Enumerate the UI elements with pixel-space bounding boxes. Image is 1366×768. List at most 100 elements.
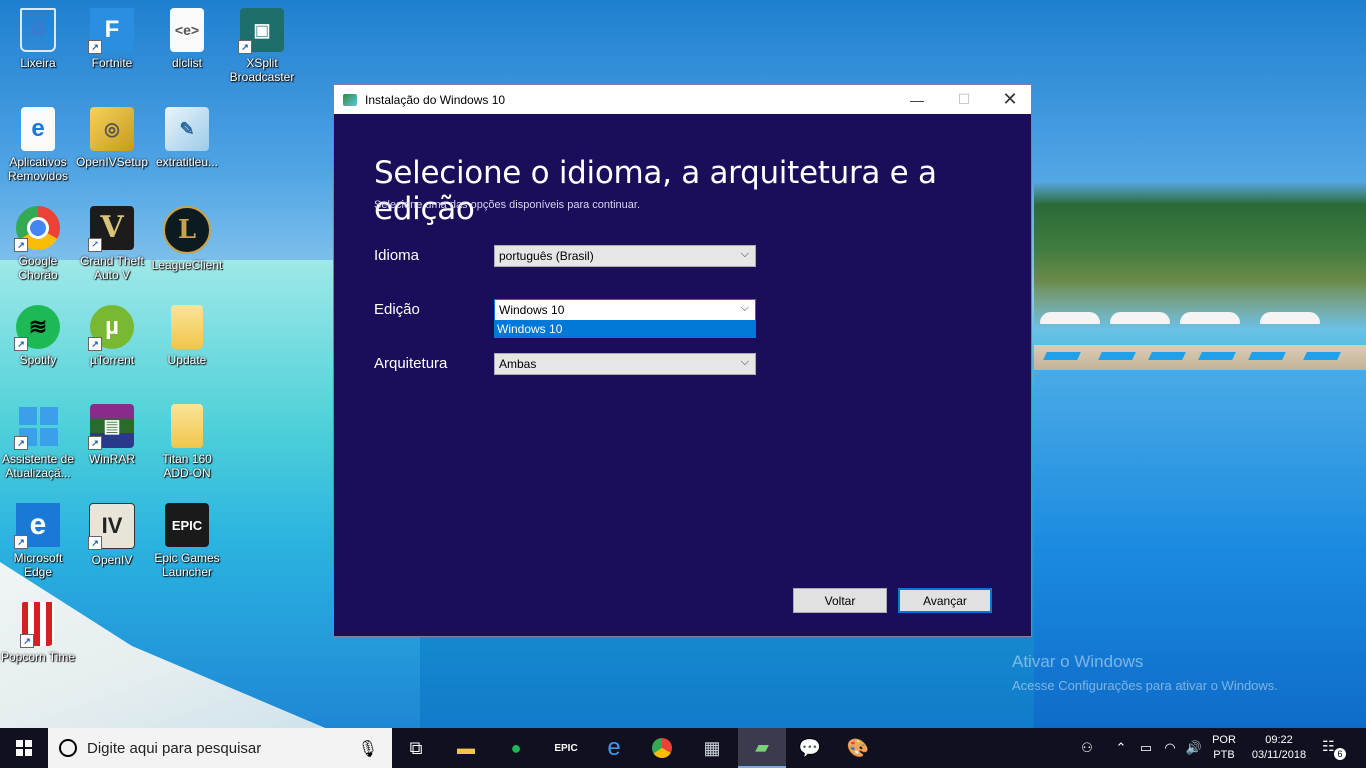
desktop-icon-popcorn-time[interactable]: ↗ Popcorn Time — [0, 602, 76, 664]
maximize-button: ☐ — [957, 91, 971, 107]
edge-taskbar-icon[interactable]: e — [590, 728, 638, 768]
edition-option-windows-10[interactable]: Windows 10 — [494, 321, 756, 338]
start-button[interactable] — [0, 728, 48, 768]
folder-icon — [171, 404, 203, 448]
desktop-icon-dlclist[interactable]: <e> dlclist — [149, 8, 225, 70]
wallpaper-chair — [1098, 352, 1136, 360]
desktop-icon-lixeira[interactable]: ♻ Lixeira — [0, 8, 76, 70]
chevron-down-icon: ⌵ — [740, 248, 749, 260]
architecture-value: Ambas — [499, 357, 537, 371]
desktop-icon-label: Update — [167, 353, 207, 367]
wifi-icon[interactable]: ◠ — [1160, 728, 1180, 768]
document-icon: <e> — [170, 8, 204, 52]
edition-select[interactable]: Windows 10 ⌵ — [494, 299, 756, 321]
popcorn-icon: ↗ — [20, 602, 54, 648]
activation-watermark: Ativar o Windows Acesse Configurações pa… — [1012, 652, 1278, 693]
battery-icon[interactable]: ▭ — [1136, 728, 1156, 768]
fortnite-icon: F ↗ — [88, 8, 134, 54]
chevron-down-icon: ⌵ — [740, 302, 749, 314]
app-taskbar-icon[interactable]: ▦ — [688, 728, 736, 768]
clock-date: 03/11/2018 — [1251, 749, 1307, 761]
gta-v-icon: V ↗ — [88, 206, 134, 252]
league-of-legends-icon: L — [163, 206, 211, 254]
spotify-taskbar-icon[interactable]: ● — [492, 728, 540, 768]
volume-icon[interactable]: 🔊 — [1184, 728, 1204, 768]
back-button[interactable]: Voltar — [793, 588, 887, 613]
language-code: POR — [1212, 734, 1236, 746]
desktop-icon-utorrent[interactable]: µ ↗ µTorrent — [74, 305, 150, 367]
desktop-icon-label: OpenIVSetup — [75, 155, 149, 169]
language-label: Idioma — [374, 247, 420, 264]
file-explorer-icon[interactable]: ▬ — [442, 728, 490, 768]
wallpaper-chair — [1303, 352, 1341, 360]
recycle-bin-icon: ♻ — [20, 8, 56, 52]
desktop-icon-winrar[interactable]: ▤ ↗ WinRAR — [74, 404, 150, 466]
feedback-taskbar-icon[interactable]: 💬 — [786, 728, 834, 768]
desktop-icon-label: Assistente de Atualizaçã... — [1, 452, 75, 480]
minimize-button[interactable]: — — [894, 85, 940, 114]
next-button[interactable]: Avançar — [898, 588, 992, 613]
desktop-icon-label: Fortnite — [91, 56, 133, 70]
wallpaper-umbrella — [1110, 312, 1170, 324]
windows-logo-icon — [16, 740, 32, 756]
desktop-icon-microsoft-edge[interactable]: e ↗ Microsoft Edge — [0, 503, 76, 579]
desktop-icon-label: Titan 160 ADD-ON — [162, 452, 212, 480]
paint-taskbar-icon[interactable]: 🎨 — [834, 728, 882, 768]
epic-games-taskbar-icon[interactable]: EPIC — [542, 728, 590, 768]
desktop-icon-aplicativos-removidos[interactable]: e Aplicativos Removidos — [0, 107, 76, 183]
desktop-icon-assistente-atualizacao[interactable]: ↗ Assistente de Atualizaçã... — [0, 404, 76, 480]
desktop-icon-label: Epic Games Launcher — [154, 551, 220, 579]
setup-app-icon — [343, 93, 357, 106]
wallpaper-chair — [1043, 352, 1081, 360]
utorrent-icon: µ ↗ — [88, 305, 134, 351]
desktop-icon-label: Google Chorão — [18, 254, 58, 282]
desktop-icon-label: Popcorn Time — [0, 650, 76, 664]
desktop-icon-label: dlclist — [171, 56, 202, 70]
windows-update-icon: ↗ — [14, 404, 60, 450]
desktop-icon-label: Microsoft Edge — [13, 551, 63, 579]
edition-label: Edição — [374, 301, 420, 318]
edge-icon: e ↗ — [14, 503, 60, 549]
dialog-titlebar[interactable]: Instalação do Windows 10 — ☐ ✕ — [334, 85, 1031, 114]
chevron-up-icon[interactable]: ⌃ — [1112, 728, 1130, 768]
desktop-icon-epic-games[interactable]: EPIC Epic Games Launcher — [149, 503, 225, 579]
desktop-icon-google-chorao[interactable]: ↗ Google Chorão — [0, 206, 76, 282]
task-view-icon[interactable]: ⧉ — [392, 728, 440, 768]
windows-setup-taskbar-icon[interactable]: ▰ — [738, 728, 786, 768]
language-value: português (Brasil) — [499, 249, 594, 263]
chrome-taskbar-icon[interactable] — [638, 728, 686, 768]
openiv-icon: IV ↗ — [88, 503, 135, 550]
desktop-icon-label: extratitleu... — [155, 155, 219, 169]
folder-icon — [171, 305, 203, 349]
wallpaper-umbrella — [1180, 312, 1240, 324]
desktop-icon-update[interactable]: Update — [149, 305, 225, 367]
taskbar: Digite aqui para pesquisar 🎙 ⧉ ▬ ● EPIC … — [0, 728, 1366, 768]
desktop-icon-leagueclient[interactable]: L LeagueClient — [149, 206, 225, 272]
clock[interactable]: 09:22 03/11/2018 — [1244, 733, 1314, 763]
desktop-icon-label: XSplit Broadcaster — [229, 56, 295, 84]
action-center-icon[interactable]: ☷ 6 — [1322, 738, 1346, 760]
architecture-select[interactable]: Ambas ⌵ — [494, 353, 756, 375]
input-language-indicator[interactable]: POR PTB — [1210, 733, 1238, 763]
desktop-icon-openiv[interactable]: IV ↗ OpenIV — [74, 503, 150, 567]
close-button[interactable]: ✕ — [987, 85, 1033, 114]
clock-time: 09:22 — [1265, 734, 1293, 746]
search-placeholder: Digite aqui para pesquisar — [87, 739, 262, 757]
desktop-icon-xsplit[interactable]: ▣ ↗ XSplit Broadcaster — [224, 8, 300, 84]
page-subtitle: Selecione uma das opções disponíveis par… — [374, 199, 641, 211]
people-icon[interactable]: ⚇ — [1076, 728, 1098, 768]
language-select[interactable]: português (Brasil) ⌵ — [494, 245, 756, 267]
wallpaper-chair — [1198, 352, 1236, 360]
desktop-icon-openivsetup[interactable]: ◎ OpenIVSetup — [74, 107, 150, 169]
desktop-icon-gta-v[interactable]: V ↗ Grand Theft Auto V — [74, 206, 150, 282]
winrar-icon: ▤ ↗ — [88, 404, 134, 450]
dialog-title: Instalação do Windows 10 — [365, 92, 506, 107]
microphone-icon[interactable]: 🎙 — [358, 739, 378, 759]
activation-subtitle: Acesse Configurações para ativar o Windo… — [1012, 678, 1278, 693]
desktop-icon-titan[interactable]: Titan 160 ADD-ON — [149, 404, 225, 480]
taskbar-search-box[interactable]: Digite aqui para pesquisar 🎙 — [48, 728, 392, 768]
keyboard-layout: PTB — [1213, 749, 1235, 761]
desktop-icon-fortnite[interactable]: F ↗ Fortnite — [74, 8, 150, 70]
desktop-icon-spotify[interactable]: ≋ ↗ Spotify — [0, 305, 76, 367]
desktop-icon-extratitleu[interactable]: ✎ extratitleu... — [149, 107, 225, 169]
